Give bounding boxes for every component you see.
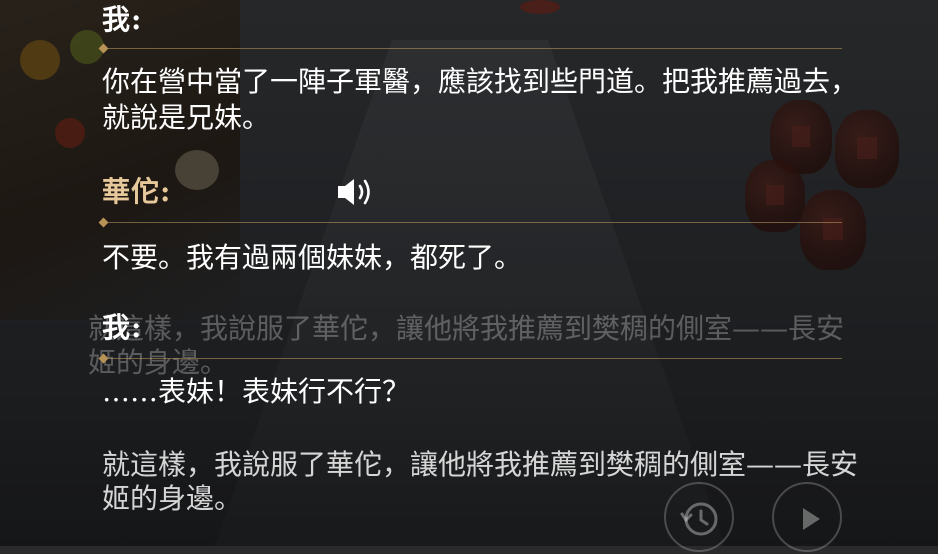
dialogue-line: 你在營中當了一陣子軍醫，應該找到些門道。把我推薦過去，就說是兄妹。 bbox=[102, 65, 859, 134]
narration-text: 就這樣，我說服了華佗，讓他將我推薦到樊稠的側室——長安姬的身邊。 bbox=[102, 448, 859, 515]
auto-play-button[interactable] bbox=[772, 482, 842, 552]
speaker-divider bbox=[102, 358, 842, 359]
play-icon bbox=[803, 508, 820, 530]
speaker-volume-icon bbox=[338, 179, 370, 205]
dialogue-line: 不要。我有過兩個妹妹，都死了。 bbox=[102, 241, 523, 274]
dialogue-line: ……表妹！表妹行不行？ bbox=[102, 375, 411, 408]
history-clock-icon bbox=[680, 502, 718, 536]
voice-replay-button[interactable] bbox=[334, 174, 382, 210]
dialogue-log: 我: 你在營中當了一陣子軍醫，應該找到些門道。把我推薦過去，就說是兄妹。 華佗:… bbox=[0, 0, 938, 546]
speaker-name: 我: bbox=[102, 3, 143, 36]
history-button[interactable] bbox=[664, 482, 734, 552]
speaker-divider bbox=[102, 48, 842, 49]
speaker-name-npc: 華佗: bbox=[102, 175, 172, 208]
speaker-name: 我: bbox=[102, 311, 143, 344]
speaker-divider bbox=[102, 222, 842, 223]
